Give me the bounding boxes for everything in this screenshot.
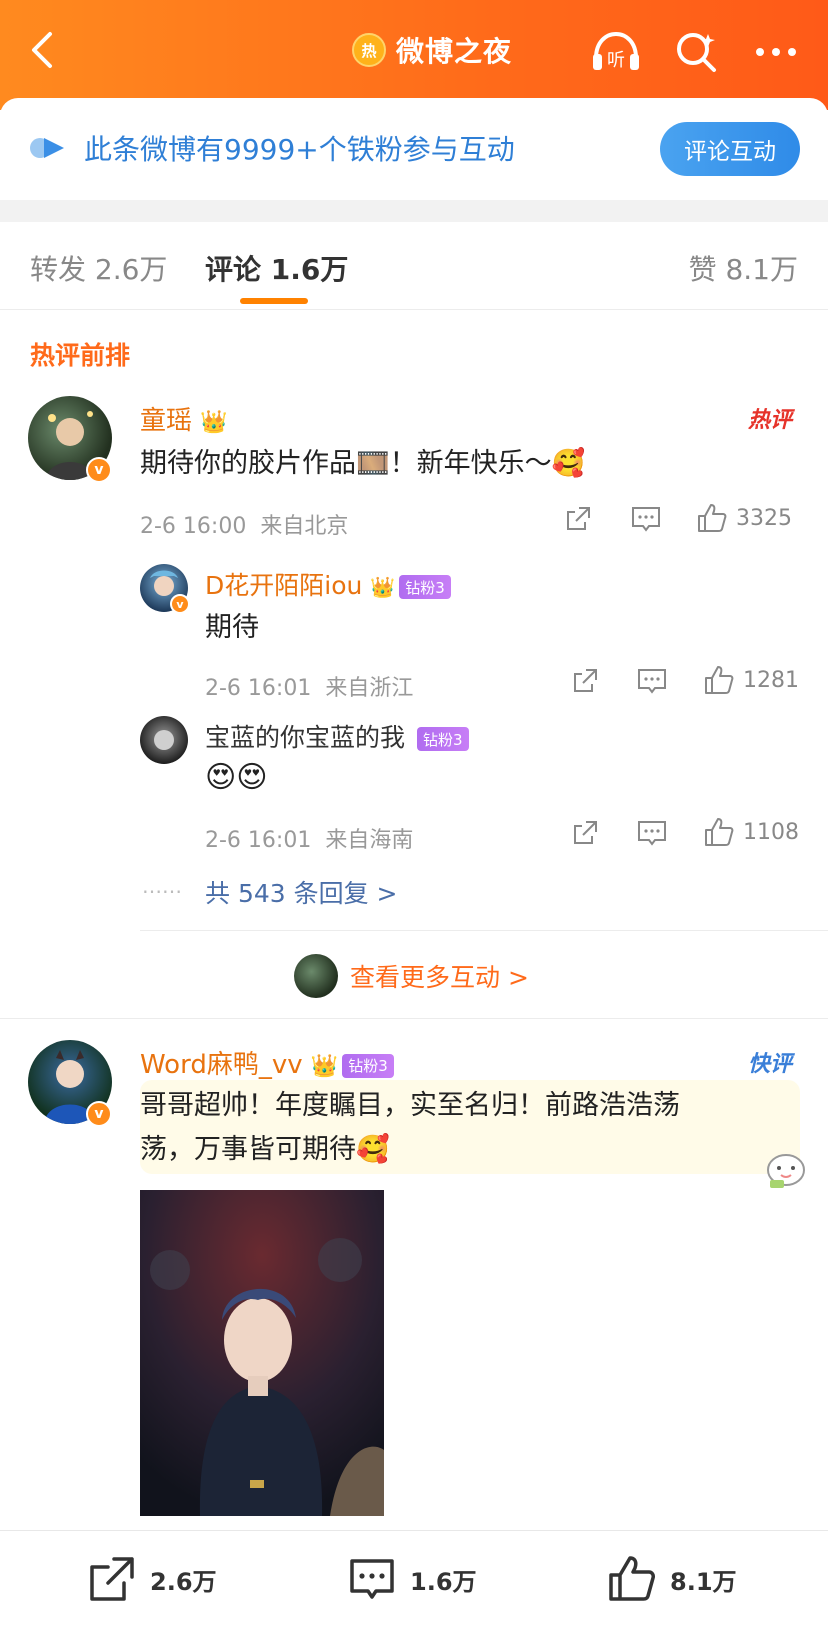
avatar[interactable] [140,716,188,764]
repost-icon [90,1557,134,1601]
like-button[interactable]: 8.1万 [606,1553,737,1605]
listen-icon[interactable]: 听 [590,28,639,76]
avatar [294,954,338,998]
bottom-action-bar: 2.6万 1.6万 8.1万 [0,1530,828,1638]
comment-count: 1.6万 [410,1567,477,1596]
view-all-replies-link[interactable]: 共 543 条回复 > [205,874,398,910]
fans-interaction-banner: 此条微博有9999+个铁粉参与互动 评论互动 [0,98,828,200]
comment-interact-button[interactable]: 评论互动 [660,122,800,176]
crown-icon: 👑 [310,1054,339,1079]
username-text[interactable]: D花开陌陌iou [205,571,362,600]
share-icon [574,821,597,844]
play-icon [30,136,66,160]
hot-badge-icon: 热 [352,33,386,67]
fan-level-badge: 钻粉3 [399,575,451,599]
comment-location: 来自北京 [260,514,349,539]
reply-username[interactable]: D花开陌陌iou 👑 钻粉3 [205,566,451,602]
repost-button[interactable]: 2.6万 [86,1553,217,1605]
page-title: 微博之夜 [396,35,513,68]
replies-dots: …… [142,874,182,898]
comment-icon [638,821,666,846]
tab-repost[interactable]: 转发 2.6万 [30,248,167,288]
like-count: 3325 [736,505,792,531]
reply-username[interactable]: 宝蓝的你宝蓝的我 钻粉3 [205,718,469,754]
page-title-wrap: 热 微博之夜 [352,28,512,72]
reply-time: 2-6 16:01 [205,676,312,701]
section-title: 热评前排 [30,341,131,370]
see-more-interactions-link[interactable]: 查看更多互动 > [294,954,529,998]
thumbs-up-icon [705,666,734,694]
verified-badge-icon: v [86,457,112,483]
reply-button[interactable] [630,504,662,534]
see-more-label[interactable]: 查看更多互动 > [350,958,529,994]
comment-text: 期待你的胶片作品🎞️！新年快乐～🥰 [140,448,586,479]
svg-text:听: 听 [607,50,625,71]
username-text[interactable]: 童瑶 [140,406,192,436]
divider [0,1018,828,1019]
fan-level-badge: 钻粉3 [342,1053,394,1078]
fan-level-badge: 钻粉3 [416,727,469,751]
tab-comment[interactable]: 评论 1.6万 [205,248,348,288]
quick-comment-tag: 快评 [748,1052,793,1077]
thumbs-up-icon [609,1556,655,1601]
tab-bar: 转发 2.6万 评论 1.6万 赞 8.1万 [0,222,828,310]
share-button[interactable] [563,504,593,534]
divider [140,930,828,931]
thumbs-up-icon [705,818,734,846]
reply-text: 期待 [205,612,259,643]
search-icon[interactable] [672,28,720,76]
hot-comment-tag: 热评 [748,408,793,433]
like-count: 1108 [743,819,799,845]
sticker-icon [764,1146,808,1190]
comment-text-line2: 荡，万事皆可期待🥰 [140,1134,390,1165]
comment-text-line1: 哥哥超帅！年度瞩目，实至名归！前路浩浩荡 [140,1090,680,1121]
repost-count: 2.6万 [150,1567,217,1596]
like-count: 8.1万 [670,1567,737,1596]
comment-icon [350,1559,394,1599]
share-icon [567,507,590,530]
share-button[interactable] [570,818,600,848]
reply-text: 😍😍 [205,760,268,795]
reply-meta: 2-6 16:01 来自海南 [205,822,413,854]
reply-button[interactable] [636,818,668,848]
top-bar: 热 微博之夜 听 [0,0,828,110]
like-button[interactable]: 1108 [703,816,799,848]
section-gap [0,200,828,222]
back-icon[interactable] [22,28,66,72]
comment-icon [638,669,666,694]
share-icon [574,669,597,692]
comment-button[interactable]: 1.6万 [346,1553,477,1605]
crown-icon: 👑 [200,410,228,435]
like-count: 1281 [743,667,799,693]
reply-location: 来自浙江 [325,676,414,701]
verified-badge-icon: v [170,594,190,614]
reply-meta: 2-6 16:01 来自浙江 [205,670,413,702]
username-text[interactable]: 宝蓝的你宝蓝的我 [205,723,405,752]
username-text[interactable]: Word麻鸭_vv [140,1050,303,1080]
reply-button[interactable] [636,666,668,696]
comment-meta: 2-6 16:00 来自北京 [140,508,348,540]
like-button[interactable]: 1281 [703,664,799,696]
reply-location: 来自海南 [325,828,414,853]
comment-username[interactable]: 童瑶 👑 [140,400,228,437]
crown-icon: 👑 [370,575,396,599]
comment-photo[interactable] [140,1190,384,1516]
thumbs-up-icon [698,504,727,532]
comment-icon [632,507,660,532]
share-button[interactable] [570,666,600,696]
comment-time: 2-6 16:00 [140,514,247,539]
fans-banner-text: 此条微博有9999+个铁粉参与互动 [84,133,515,166]
verified-badge-icon: v [86,1101,112,1127]
tab-active-indicator [240,298,308,304]
reply-time: 2-6 16:01 [205,828,312,853]
comment-username[interactable]: Word麻鸭_vv 👑 钻粉3 [140,1044,394,1081]
more-icon[interactable] [752,28,800,76]
tab-like[interactable]: 赞 8.1万 [689,248,798,288]
like-button[interactable]: 3325 [696,502,792,534]
